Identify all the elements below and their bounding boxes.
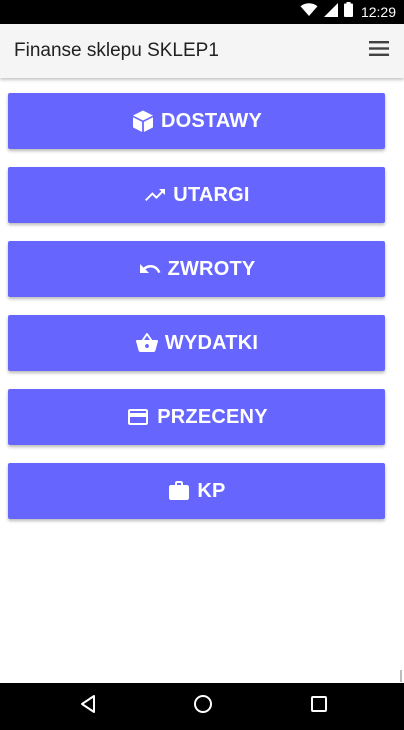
status-time: 12:29 [360, 4, 396, 20]
briefcase-icon [167, 479, 191, 503]
battery-icon [343, 2, 353, 22]
hamburger-menu-icon [369, 41, 389, 61]
back-icon [79, 694, 97, 719]
utargi-label: UTARGI [173, 183, 250, 206]
wifi-icon [300, 2, 318, 22]
zwroty-label: ZWROTY [167, 257, 256, 280]
shopping-basket-icon [135, 331, 159, 355]
signal-icon [323, 2, 338, 22]
zwroty-button[interactable]: ZWROTY [8, 241, 385, 297]
app-title: Finanse sklepu SKLEP1 [14, 40, 219, 61]
utargi-button[interactable]: UTARGI [8, 167, 385, 223]
wydatki-button[interactable]: WYDATKI [8, 315, 385, 371]
kp-label: KP [197, 479, 226, 502]
credit-card-icon [125, 405, 151, 429]
home-icon [193, 694, 213, 719]
przeceny-label: PRZECENY [157, 405, 268, 428]
trending-up-icon [143, 183, 167, 207]
box-icon [131, 109, 155, 133]
dostawy-label: DOSTAWY [160, 109, 263, 132]
status-bar: 12:29 [0, 0, 404, 24]
wydatki-label: WYDATKI [164, 331, 259, 354]
content-area: DOSTAWY UTARGI ZWROTY WYDATKI PRZECENY K… [0, 78, 404, 683]
przeceny-button[interactable]: PRZECENY [8, 389, 385, 445]
home-button[interactable] [173, 683, 233, 730]
back-button[interactable] [58, 683, 118, 730]
undo-icon [138, 257, 162, 281]
scroll-indicator [400, 670, 402, 682]
recents-icon [310, 695, 328, 718]
status-icons: 12:29 [300, 0, 396, 24]
app-bar: Finanse sklepu SKLEP1 [0, 24, 404, 78]
recents-button[interactable] [289, 683, 349, 730]
dostawy-button[interactable]: DOSTAWY [8, 93, 385, 149]
kp-button[interactable]: KP [8, 463, 385, 519]
system-nav-bar [0, 683, 404, 730]
menu-button[interactable] [364, 36, 394, 66]
